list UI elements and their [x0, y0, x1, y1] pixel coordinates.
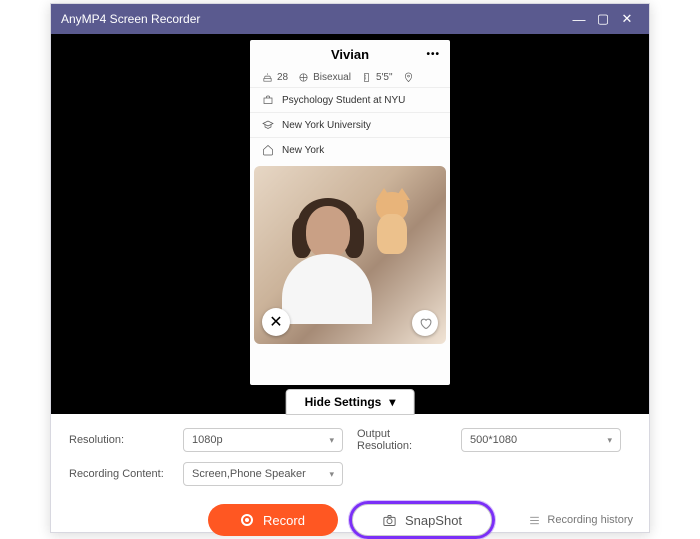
- recording-content-row: Recording Content: Screen,Phone Speaker …: [69, 462, 631, 486]
- output-resolution-select[interactable]: 500*1080 ▾: [461, 428, 621, 452]
- city-row: New York: [250, 137, 450, 162]
- school: New York University: [282, 120, 371, 131]
- school-icon: [262, 119, 274, 131]
- record-label: Record: [263, 513, 305, 528]
- height-cell: 5'5": [361, 72, 393, 83]
- heart-icon: [419, 317, 432, 330]
- output-resolution-value: 500*1080: [470, 434, 517, 446]
- profile-stats: 28 Bisexual 5'5": [250, 68, 450, 87]
- hide-settings-button[interactable]: Hide Settings ▾: [286, 389, 415, 415]
- location-cell: [403, 72, 414, 83]
- maximize-button[interactable]: ▢: [591, 11, 615, 27]
- age-cell: 28: [262, 72, 288, 83]
- recording-content-select[interactable]: Screen,Phone Speaker ▾: [183, 462, 343, 486]
- person-illustration: [294, 206, 364, 286]
- history-label: Recording history: [547, 514, 633, 526]
- cat-illustration: [368, 184, 418, 254]
- resolution-select[interactable]: 1080p ▾: [183, 428, 343, 452]
- record-icon: [241, 514, 253, 526]
- titlebar: AnyMP4 Screen Recorder — ▢ ✕: [51, 4, 649, 34]
- snapshot-button[interactable]: SnapShot: [352, 504, 492, 536]
- close-button[interactable]: ✕: [615, 11, 639, 27]
- camera-icon: [382, 513, 397, 528]
- city: New York: [282, 145, 324, 156]
- briefcase-icon: [262, 94, 274, 106]
- orientation-icon: [298, 72, 309, 83]
- chevron-down-icon: ▾: [607, 435, 612, 446]
- chevron-down-icon: ▾: [389, 395, 395, 409]
- orientation-cell: Bisexual: [298, 72, 351, 83]
- resolution-label: Resolution:: [69, 434, 169, 446]
- cake-icon: [262, 72, 273, 83]
- ruler-icon: [361, 72, 372, 83]
- hide-settings-label: Hide Settings: [305, 395, 382, 409]
- profile-name: Vivian: [331, 47, 369, 62]
- like-button[interactable]: [412, 310, 438, 336]
- school-row: New York University: [250, 112, 450, 137]
- output-resolution-label: Output Resolution:: [357, 428, 447, 452]
- list-icon: [528, 514, 541, 527]
- occupation: Psychology Student at NYU: [282, 95, 405, 106]
- record-button[interactable]: Record: [208, 504, 338, 536]
- resolution-row: Resolution: 1080p ▾ Output Resolution: 5…: [69, 428, 631, 452]
- dismiss-button[interactable]: ✕: [262, 308, 290, 336]
- pin-icon: [403, 72, 414, 83]
- preview-area: Vivian ••• 28 Bisexual 5'5": [51, 34, 649, 414]
- recording-content-value: Screen,Phone Speaker: [192, 468, 306, 480]
- app-window: AnyMP4 Screen Recorder — ▢ ✕ Vivian ••• …: [50, 3, 650, 533]
- snapshot-label: SnapShot: [405, 513, 462, 528]
- action-bar: Record SnapShot Recording history: [51, 496, 649, 536]
- resolution-value: 1080p: [192, 434, 223, 446]
- orientation: Bisexual: [313, 72, 351, 83]
- settings-panel: Resolution: 1080p ▾ Output Resolution: 5…: [51, 414, 649, 486]
- profile-header: Vivian •••: [250, 40, 450, 68]
- more-icon[interactable]: •••: [426, 49, 440, 60]
- recording-history-link[interactable]: Recording history: [528, 514, 633, 527]
- height: 5'5": [376, 72, 393, 83]
- profile-photo: ✕: [254, 166, 446, 344]
- home-icon: [262, 144, 274, 156]
- recording-content-label: Recording Content:: [69, 468, 169, 480]
- minimize-button[interactable]: —: [567, 12, 591, 27]
- phone-mirror: Vivian ••• 28 Bisexual 5'5": [250, 40, 450, 385]
- occupation-row: Psychology Student at NYU: [250, 87, 450, 112]
- chevron-down-icon: ▾: [329, 435, 334, 446]
- app-title: AnyMP4 Screen Recorder: [61, 12, 200, 26]
- chevron-down-icon: ▾: [329, 469, 334, 480]
- age: 28: [277, 72, 288, 83]
